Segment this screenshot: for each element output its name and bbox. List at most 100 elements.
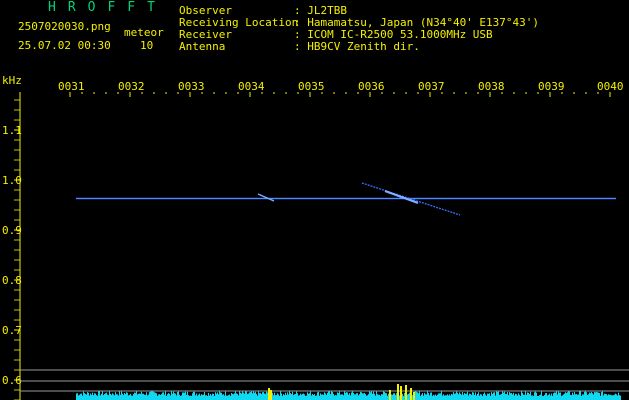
spectrum-column [206, 395, 207, 400]
spectrum-column [233, 394, 234, 400]
spectrum-column [137, 394, 138, 400]
spectrum-column [450, 395, 451, 400]
spectrum-column [260, 392, 261, 400]
spectrum-column [267, 392, 268, 400]
spectrum-column [245, 391, 246, 400]
spectrum-column [218, 394, 219, 400]
spectrum-column [185, 391, 186, 400]
spectrum-column [387, 395, 388, 400]
spectrum-column [336, 395, 337, 400]
spectrum-column [304, 394, 305, 400]
spectrum-column [340, 394, 341, 400]
spectrum-column [378, 394, 379, 400]
spectrum-column [121, 391, 122, 400]
spectrum-column [475, 392, 476, 400]
spectrum-column [284, 395, 285, 400]
spectrum-column [297, 393, 298, 400]
spectrum-column [125, 393, 126, 400]
spectrum-column [374, 393, 375, 400]
spectrum-column [278, 394, 279, 400]
spectrum-column [343, 395, 344, 400]
spectrum-column [580, 391, 581, 400]
spectrum-column [582, 394, 583, 400]
spectrum-column [592, 393, 593, 400]
spectrum-column [189, 395, 190, 400]
spectrum-column [498, 391, 499, 400]
spectrum-column [568, 391, 569, 400]
spectrum-column [212, 393, 213, 400]
spectrum-column [552, 395, 553, 400]
spectrum-column [253, 391, 254, 400]
spectrum-column [549, 393, 550, 400]
spectrum-column [394, 393, 395, 400]
spectrum-column [563, 394, 564, 400]
spectrum-column [179, 394, 180, 400]
spectrum-column [404, 392, 405, 400]
spectrum-column [408, 393, 409, 400]
spectrum-column [180, 395, 181, 400]
spectrum-column [491, 392, 492, 400]
spectrum-column [601, 392, 602, 400]
spectrum-column [557, 394, 558, 400]
spectrum-column [207, 395, 208, 400]
spectrum-column [490, 395, 491, 400]
spectrum-column [465, 393, 466, 400]
spectrum-column [325, 393, 326, 400]
spectrum-column [140, 393, 141, 400]
spectrum-column [167, 394, 168, 400]
spectrum-column [499, 394, 500, 400]
spectrum-column [535, 391, 536, 400]
spectrum-column [577, 394, 578, 400]
spectrum-column [426, 394, 427, 400]
spectrum-column [354, 394, 355, 400]
spectrum-column [388, 393, 389, 400]
spectrum-column [287, 392, 288, 400]
spectrum-column [246, 391, 247, 400]
spectrum-column [178, 391, 179, 400]
spectrum-column [274, 392, 275, 400]
spectrum-column [451, 393, 452, 400]
spectrum-column [615, 393, 616, 400]
spectrum-column [370, 392, 371, 400]
spectrum-column [594, 391, 595, 400]
spectrum-column [599, 393, 600, 400]
spectrum-column [219, 391, 220, 400]
spectrum-column [366, 395, 367, 400]
spectrum-spike [405, 385, 407, 400]
spectrum-column [263, 392, 264, 400]
spectrum-column [201, 394, 202, 400]
spectrum-column [174, 393, 175, 400]
spectrum-column [539, 395, 540, 400]
spectrum-column [609, 394, 610, 400]
spectrum-column [530, 391, 531, 400]
spectrum-column [502, 391, 503, 400]
spectrum-column [367, 395, 368, 400]
spectrum-column [293, 395, 294, 400]
spectrum-column [290, 393, 291, 400]
spectrum-column [574, 392, 575, 400]
spectrum-column [159, 394, 160, 400]
spectrum-column [196, 393, 197, 400]
spectrum-column [523, 394, 524, 400]
spectrum-column [157, 395, 158, 400]
spectrum-column [476, 395, 477, 400]
spectrum-column [572, 392, 573, 400]
spectrum-column [232, 393, 233, 400]
spectrum-column [335, 394, 336, 400]
spectrum-column [356, 393, 357, 400]
spectrum-column [118, 395, 119, 400]
spectrum-column [192, 393, 193, 400]
spectrum-column [251, 391, 252, 400]
spectrum-column [531, 395, 532, 400]
spectrum-column [489, 393, 490, 400]
spectrum-column [319, 395, 320, 400]
spectrum-column [116, 394, 117, 400]
spectrum-column [506, 394, 507, 400]
spectrum-column [363, 393, 364, 400]
spectrum-column [548, 394, 549, 400]
spectrum-column [105, 393, 106, 400]
spectrum-column [254, 392, 255, 400]
spectrum-spike [268, 388, 270, 400]
spectrum-column [197, 395, 198, 400]
spectrum-column [420, 395, 421, 400]
